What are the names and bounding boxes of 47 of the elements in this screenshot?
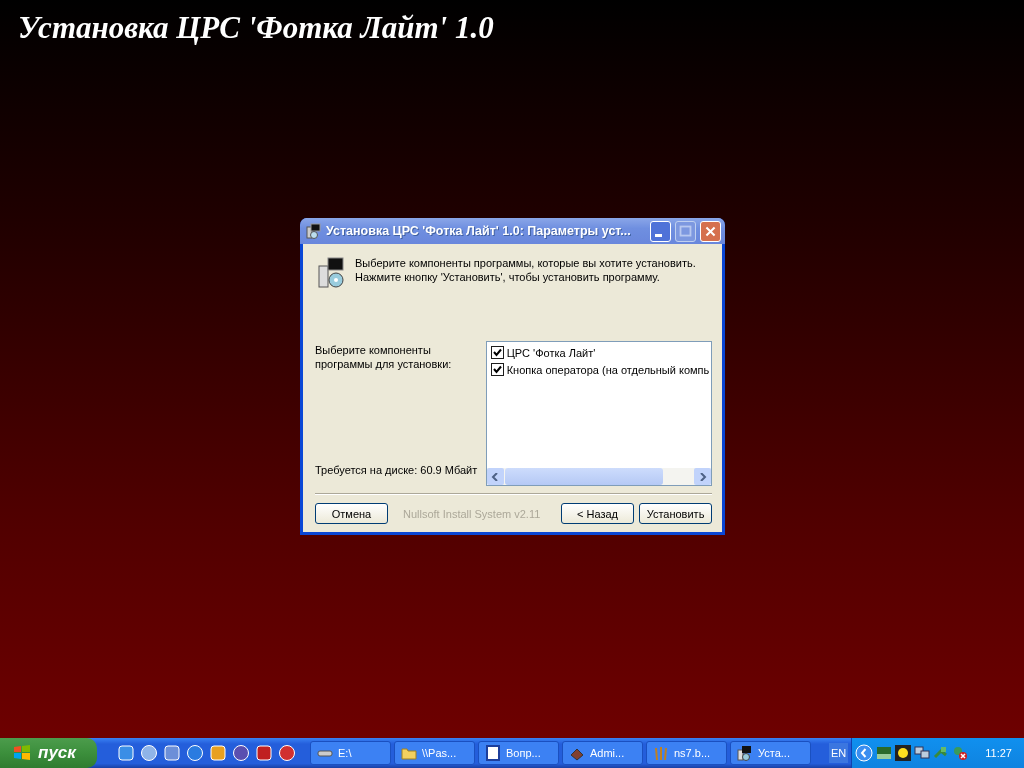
branding-text: Nullsoft Install System v2.11 (403, 507, 542, 520)
instruction-text: Нажмите кнопку 'Установить', чтобы установить программу. (355, 270, 661, 284)
folder-icon (401, 745, 417, 761)
instruction-text: Выберите компоненты программы, которые вы хотите установить. (355, 256, 696, 270)
language-indicator[interactable]: EN (829, 743, 849, 763)
taskbar-button[interactable]: E:\ (310, 741, 391, 765)
network-error-icon[interactable] (952, 745, 969, 761)
taskbar-button[interactable]: Уста... (730, 741, 811, 765)
horizontal-scrollbar[interactable] (486, 468, 711, 485)
taskbar-button[interactable]: \\Pas... (394, 741, 475, 765)
prompt-text: Выберите компоненты программы для установки: (315, 343, 453, 371)
minimize-icon (655, 233, 662, 237)
window-title: Установка ЦРС 'Фотка Лайт' 1.0: Параметры уст... (326, 224, 632, 238)
chevron-icon[interactable] (855, 744, 874, 762)
scroll-right-icon[interactable] (698, 472, 707, 481)
quick-launch-icon[interactable] (186, 744, 204, 762)
quick-launch-icon[interactable] (278, 744, 296, 762)
windows-logo-icon (12, 744, 32, 762)
close-button[interactable] (700, 220, 721, 242)
clock: 11:27 (985, 747, 1012, 759)
network-icon[interactable] (914, 745, 931, 761)
quick-launch-icon[interactable] (140, 744, 158, 762)
taskbar-button[interactable]: ns7.b... (646, 741, 727, 765)
quick-launch-icon[interactable] (255, 744, 273, 762)
component-label[interactable]: Кнопка оператора (на отдельный компь (506, 363, 710, 376)
checkbox[interactable] (490, 346, 504, 359)
quick-launch-icon[interactable] (209, 744, 227, 762)
install-button[interactable]: Установить (639, 503, 712, 524)
start-button[interactable]: пуск (0, 738, 97, 768)
quick-launch-icon[interactable] (117, 744, 135, 762)
banner-title: Установка ЦРС 'Фотка Лайт' 1.0 (17, 9, 494, 46)
quick-launch-icon[interactable] (163, 744, 181, 762)
cancel-button[interactable]: Отмена (315, 503, 388, 524)
component-label[interactable]: ЦРС 'Фотка Лайт' (506, 346, 596, 359)
sun-icon[interactable] (895, 745, 912, 761)
installer-icon (306, 223, 322, 239)
back-button[interactable]: < Назад (561, 503, 634, 524)
document-icon (485, 745, 501, 761)
scroll-left-icon[interactable] (491, 472, 500, 481)
checkbox[interactable] (490, 363, 504, 376)
taskbar-button[interactable]: Admi... (562, 741, 643, 765)
disk-space-text: Требуется на диске: 60.9 Мбайт (315, 464, 479, 476)
installer-icon (737, 745, 753, 761)
quick-launch-icon[interactable] (232, 744, 250, 762)
tray-icon[interactable] (876, 745, 893, 761)
minimize-button[interactable] (650, 220, 671, 242)
taskbar-button[interactable]: Вопр... (478, 741, 559, 765)
